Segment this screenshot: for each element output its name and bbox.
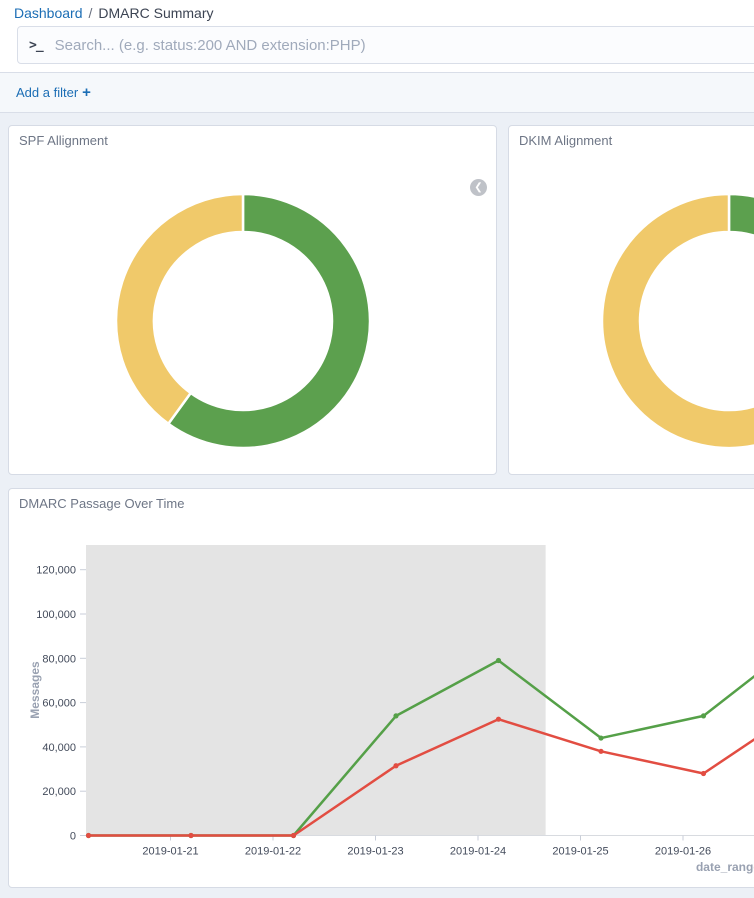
y-tick-label: 40,000 bbox=[42, 742, 76, 754]
breadcrumb-separator: / bbox=[89, 5, 93, 21]
point-series-green-2019-01-24[interactable] bbox=[496, 658, 501, 663]
y-tick-label: 120,000 bbox=[36, 565, 76, 577]
kibana-dashboard-screen: Dashboard / DMARC Summary >_ Add a filter … bbox=[0, 0, 754, 898]
y-tick-label: 100,000 bbox=[36, 609, 76, 621]
panel-dmarc-passage-over-time: DMARC Passage Over Time 020,00040,00060,… bbox=[8, 488, 754, 888]
legend-toggle-icon[interactable]: ❮ bbox=[470, 179, 487, 196]
time-range-shaded-region bbox=[86, 545, 546, 836]
point-series-red-2019-01-20[interactable] bbox=[86, 833, 91, 838]
add-filter-label: Add a filter bbox=[16, 85, 78, 100]
point-series-red-2019-01-25[interactable] bbox=[598, 749, 603, 754]
breadcrumb-dashboard-link[interactable]: Dashboard bbox=[14, 5, 83, 21]
y-tick-label: 0 bbox=[70, 831, 76, 843]
point-series-red-2019-01-21[interactable] bbox=[188, 833, 193, 838]
add-filter-link[interactable]: Add a filter + bbox=[16, 84, 91, 101]
x-tick-label: 2019-01-24 bbox=[450, 846, 506, 858]
panel-dkim-alignment: DKIM Alignment bbox=[508, 125, 754, 475]
search-bar: >_ bbox=[17, 26, 754, 64]
point-series-red-2019-01-24[interactable] bbox=[496, 717, 501, 722]
spf-donut-chart[interactable] bbox=[9, 126, 498, 476]
filter-bar: Add a filter + bbox=[0, 72, 754, 113]
donut-slice-aligned[interactable] bbox=[729, 194, 754, 240]
panel-spf-alignment: SPF Allignment ❮ bbox=[8, 125, 497, 475]
x-tick-label: 2019-01-25 bbox=[552, 846, 608, 858]
y-tick-label: 80,000 bbox=[42, 653, 76, 665]
x-axis-title: date_range per day bbox=[696, 860, 754, 874]
point-series-green-2019-01-23[interactable] bbox=[393, 713, 398, 718]
breadcrumb-current-page: DMARC Summary bbox=[98, 5, 213, 21]
breadcrumb: Dashboard / DMARC Summary bbox=[14, 3, 214, 23]
plus-icon: + bbox=[82, 84, 91, 101]
y-tick-label: 20,000 bbox=[42, 786, 76, 798]
point-series-red-2019-01-23[interactable] bbox=[393, 763, 398, 768]
point-series-red-2019-01-26[interactable] bbox=[701, 771, 706, 776]
x-tick-label: 2019-01-23 bbox=[347, 846, 403, 858]
y-tick-label: 60,000 bbox=[42, 698, 76, 710]
query-prompt-icon: >_ bbox=[29, 38, 43, 53]
x-tick-label: 2019-01-22 bbox=[245, 846, 301, 858]
x-tick-label: 2019-01-26 bbox=[655, 846, 711, 858]
point-series-green-2019-01-25[interactable] bbox=[598, 735, 603, 740]
point-series-green-2019-01-26[interactable] bbox=[701, 713, 706, 718]
dkim-donut-chart[interactable] bbox=[509, 126, 754, 476]
x-tick-label: 2019-01-21 bbox=[142, 846, 198, 858]
point-series-red-2019-01-22[interactable] bbox=[291, 833, 296, 838]
dmarc-passage-line-chart[interactable]: 0 20,000 40,000 60,000 80,000 100,000 120,000 2… bbox=[9, 489, 754, 889]
search-input[interactable] bbox=[55, 37, 754, 54]
y-axis-title: Messages bbox=[28, 661, 42, 719]
donut-slice-not-aligned[interactable] bbox=[116, 194, 243, 424]
